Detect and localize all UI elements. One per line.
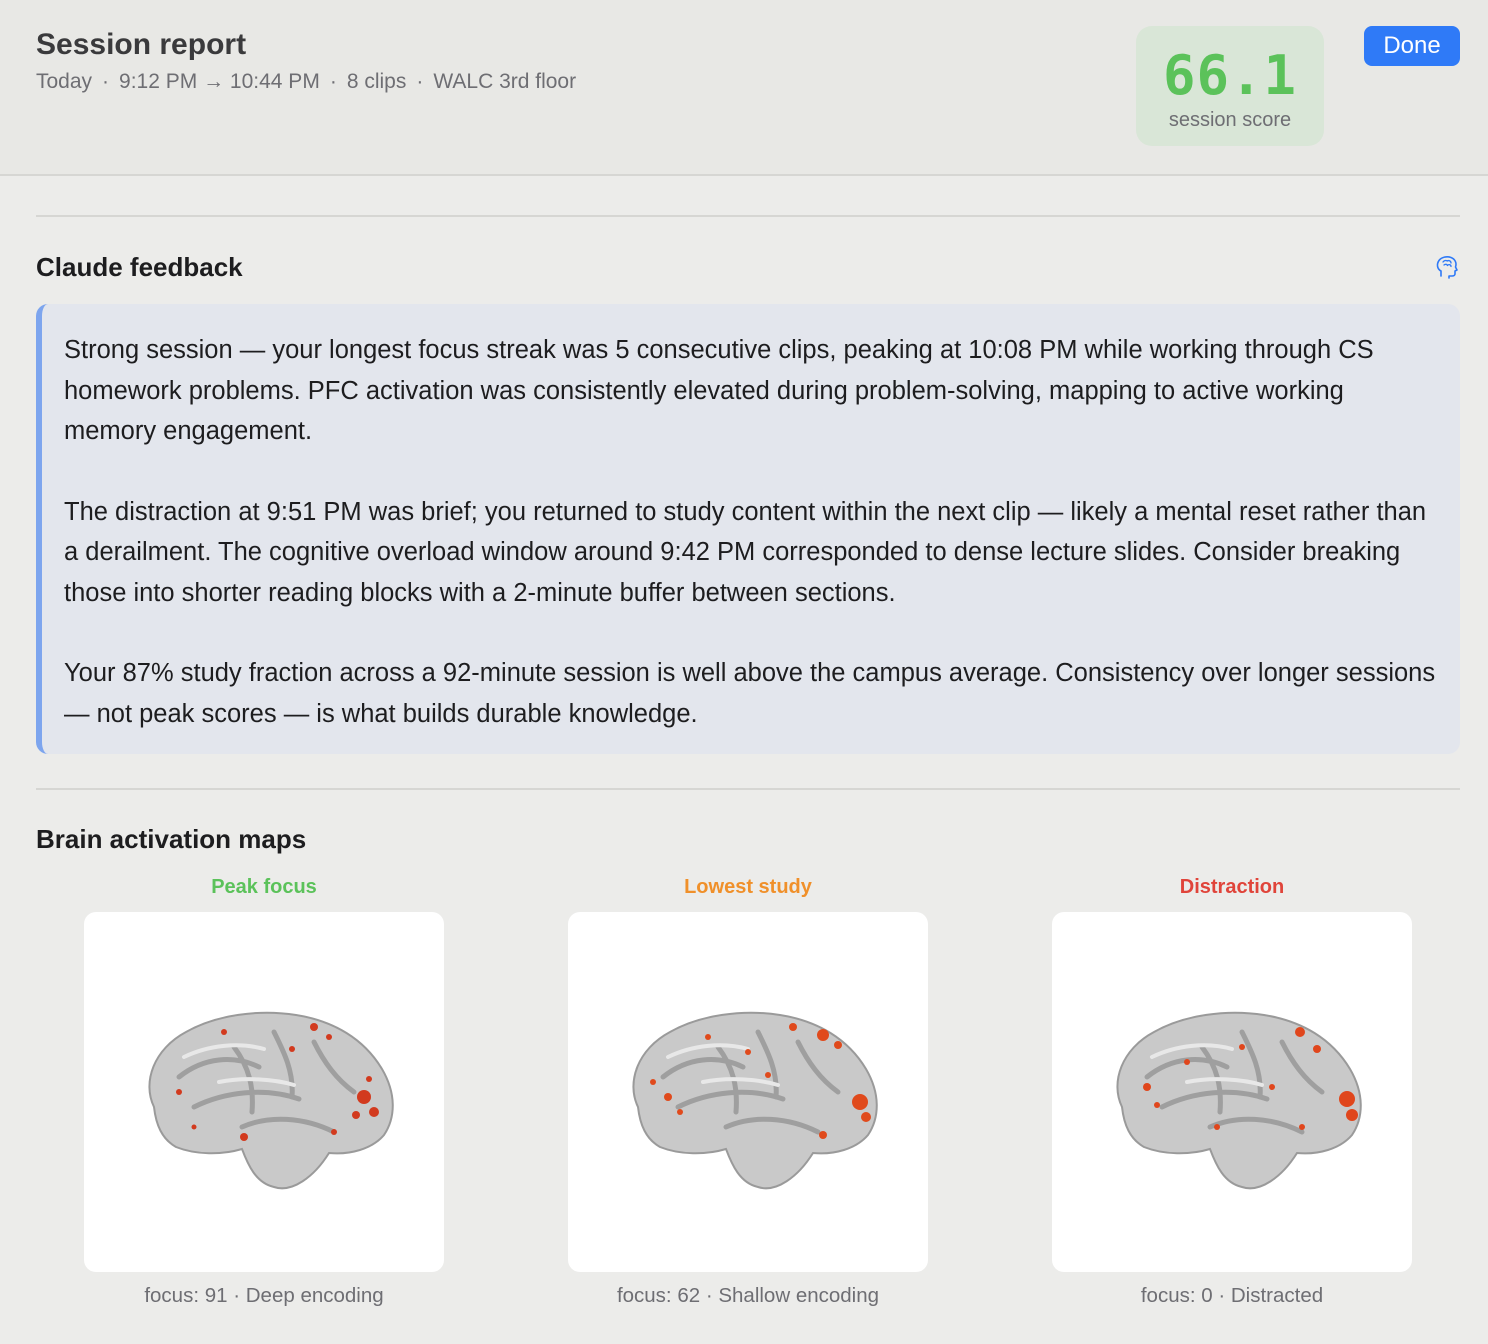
feedback-paragraph: Strong session — your longest focus stre… <box>64 336 1374 445</box>
feedback-paragraph: The distraction at 9:51 PM was brief; yo… <box>64 497 1427 607</box>
section-divider <box>36 788 1460 790</box>
session-score-value: 66.1 <box>1162 44 1298 107</box>
session-location: WALC 3rd floor <box>433 70 577 93</box>
feedback-section-title: Claude feedback <box>36 252 243 282</box>
session-score-label: session score <box>1168 109 1292 131</box>
page-title: Session report <box>36 28 247 61</box>
brain-map-distraction[interactable]: Distraction focus: 0 · Distracted <box>1052 870 1412 1308</box>
meta-separator: · <box>416 70 424 93</box>
done-button[interactable]: Done <box>1364 26 1460 66</box>
brain-map-label: Distraction <box>1179 876 1285 898</box>
brain-map-caption: focus: 62 · Shallow encoding <box>616 1284 880 1307</box>
session-meta: Today · 9:12 PM → 10:44 PM · 8 clips · WALC 3r… <box>36 70 576 94</box>
meta-separator: · <box>102 70 110 93</box>
brain-render-icon <box>1116 1011 1362 1190</box>
brain-map-label: Peak focus <box>211 876 317 898</box>
brain-map-image[interactable] <box>568 912 928 1272</box>
brain-map-lowest-study[interactable]: Lowest study focus: 62 · Shallow encodin… <box>568 870 928 1308</box>
brain-render-icon <box>148 1011 394 1190</box>
brain-map-label: Lowest study <box>684 876 812 898</box>
brain-icon[interactable] <box>1432 252 1462 282</box>
session-clip-count: 8 clips <box>346 70 407 93</box>
session-time-range: 9:12 PM → 10:44 PM <box>119 70 320 93</box>
brain-map-peak-focus[interactable]: Peak focus focus: 91 · Deep encoding <box>84 870 444 1308</box>
brain-render-icon <box>632 1011 878 1190</box>
brain-map-image[interactable] <box>84 912 444 1272</box>
brain-maps-section-title: Brain activation maps <box>36 824 307 854</box>
session-date: Today <box>36 70 93 93</box>
section-divider <box>36 215 1460 217</box>
feedback-card: Strong session — your longest focus stre… <box>36 304 1460 754</box>
header: Session report Today · 9:12 PM → 10:44 PM ·… <box>0 0 1488 176</box>
feedback-paragraph: Your 87% study fraction across a 92-minu… <box>64 659 1436 728</box>
brain-map-caption: focus: 91 · Deep encoding <box>144 1284 384 1307</box>
session-score-card: 66.1 session score <box>1136 26 1324 146</box>
brain-map-caption: focus: 0 · Distracted <box>1140 1284 1324 1307</box>
brain-map-image[interactable] <box>1052 912 1412 1272</box>
meta-separator: · <box>329 70 337 93</box>
